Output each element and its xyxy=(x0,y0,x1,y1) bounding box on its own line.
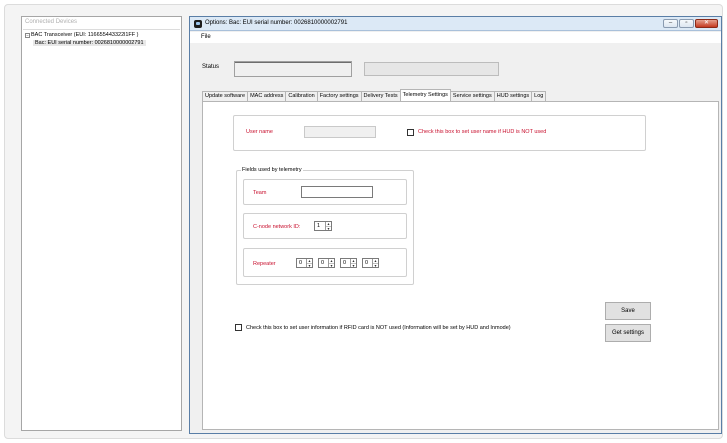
repeater-value-2: 0 xyxy=(321,260,325,266)
connected-devices-title: Connected Devices xyxy=(25,19,78,25)
tab-factory-settings[interactable]: Factory settings xyxy=(316,91,362,101)
spin-down-icon[interactable]: ▼ xyxy=(373,263,378,268)
repeater-stepper-1-arrows[interactable]: ▲ ▼ xyxy=(306,259,312,268)
tree-node-bac-label: Bac: EUI serial number: 0026810000002791 xyxy=(33,40,146,46)
tab-log[interactable]: Log xyxy=(531,91,547,101)
repeater-row: Repeater 0 ▲ ▼ 0 ▲ ▼ 0 ▲ ▼ 0 ▲ ▼ xyxy=(243,248,407,277)
spin-down-icon[interactable]: ▼ xyxy=(307,263,312,268)
menu-bar: File xyxy=(190,32,721,43)
telemetry-settings-page: User name Check this box to set user nam… xyxy=(202,101,719,430)
user-name-group: User name Check this box to set user nam… xyxy=(233,115,646,151)
tab-update-software[interactable]: Update software xyxy=(202,91,249,101)
options-window: Options: Bac: EUI serial number: 0026810… xyxy=(189,16,722,434)
tab-telemetry-settings[interactable]: Telemetry Settings xyxy=(399,89,451,101)
repeater-stepper-4-arrows[interactable]: ▲ ▼ xyxy=(372,259,378,268)
cnode-stepper[interactable]: 1 ▲ ▼ xyxy=(314,221,332,231)
cnode-label: C-node network ID: xyxy=(253,224,301,230)
repeater-stepper-3[interactable]: 0 ▲ ▼ xyxy=(340,258,357,268)
repeater-stepper-2[interactable]: 0 ▲ ▼ xyxy=(318,258,335,268)
team-row: Team xyxy=(243,179,407,205)
tab-hud-settings[interactable]: HUD settings xyxy=(493,91,533,101)
telemetry-fields-group: Fields used by telemetry Team C-node net… xyxy=(236,167,414,285)
status-progress xyxy=(364,62,499,76)
spin-down-icon[interactable]: ▼ xyxy=(329,263,334,268)
repeater-stepper-3-arrows[interactable]: ▲ ▼ xyxy=(350,259,356,268)
menu-file[interactable]: File xyxy=(201,34,211,40)
repeater-stepper-2-arrows[interactable]: ▲ ▼ xyxy=(328,259,334,268)
close-button[interactable]: ✕ xyxy=(695,19,718,28)
tab-calibration[interactable]: Calibration xyxy=(285,91,318,101)
team-label: Team xyxy=(253,190,267,196)
maximize-button[interactable]: ▫ xyxy=(679,19,694,28)
save-button[interactable]: Save xyxy=(605,302,651,320)
rfid-not-used-checkbox[interactable] xyxy=(235,324,242,331)
repeater-value-1: 0 xyxy=(299,260,303,266)
connected-devices-panel: Connected Devices − BAC Transceiver (EUI… xyxy=(21,16,182,431)
cnode-row: C-node network ID: 1 ▲ ▼ xyxy=(243,213,407,239)
window-titlebar[interactable]: Options: Bac: EUI serial number: 0026810… xyxy=(190,17,721,31)
repeater-value-3: 0 xyxy=(343,260,347,266)
hud-not-used-checkbox[interactable] xyxy=(407,129,414,136)
cnode-value: 1 xyxy=(317,223,321,229)
status-label: Status xyxy=(202,64,220,70)
minimize-button[interactable]: – xyxy=(663,19,678,28)
hud-not-used-label: Check this box to set user name if HUD i… xyxy=(418,129,547,135)
get-settings-button[interactable]: Get settings xyxy=(605,324,651,342)
tab-mac-address[interactable]: MAC address xyxy=(247,91,287,101)
rfid-not-used-label: Check this box to set user information i… xyxy=(246,325,511,331)
tree-node-transceiver[interactable]: − BAC Transceiver (EUI: 116655443322l1FF… xyxy=(25,31,178,39)
tree-node-transceiver-label: BAC Transceiver (EUI: 116655443322l1FF ) xyxy=(31,32,139,38)
collapse-icon[interactable]: − xyxy=(25,32,30,38)
repeater-value-4: 0 xyxy=(365,260,369,266)
tree-node-bac[interactable]: Bac: EUI serial number: 0026810000002791 xyxy=(25,39,178,47)
status-field xyxy=(234,61,352,77)
team-input[interactable] xyxy=(301,186,373,198)
user-name-label: User name xyxy=(246,129,273,135)
app-icon xyxy=(194,20,202,28)
device-tree: − BAC Transceiver (EUI: 116655443322l1FF… xyxy=(23,29,180,429)
window-title: Options: Bac: EUI serial number: 0026810… xyxy=(205,20,348,26)
tab-strip: Update software MAC address Calibration … xyxy=(202,89,547,101)
tab-delivery-tests[interactable]: Delivery Tests xyxy=(360,91,401,101)
spin-down-icon[interactable]: ▼ xyxy=(326,226,331,231)
cnode-stepper-arrows[interactable]: ▲ ▼ xyxy=(325,222,331,231)
telemetry-fields-legend: Fields used by telemetry xyxy=(241,167,303,173)
user-name-input xyxy=(304,126,376,138)
repeater-stepper-4[interactable]: 0 ▲ ▼ xyxy=(362,258,379,268)
spin-down-icon[interactable]: ▼ xyxy=(351,263,356,268)
repeater-stepper-1[interactable]: 0 ▲ ▼ xyxy=(296,258,313,268)
tab-service-settings[interactable]: Service settings xyxy=(449,91,495,101)
repeater-label: Repeater xyxy=(253,261,276,267)
